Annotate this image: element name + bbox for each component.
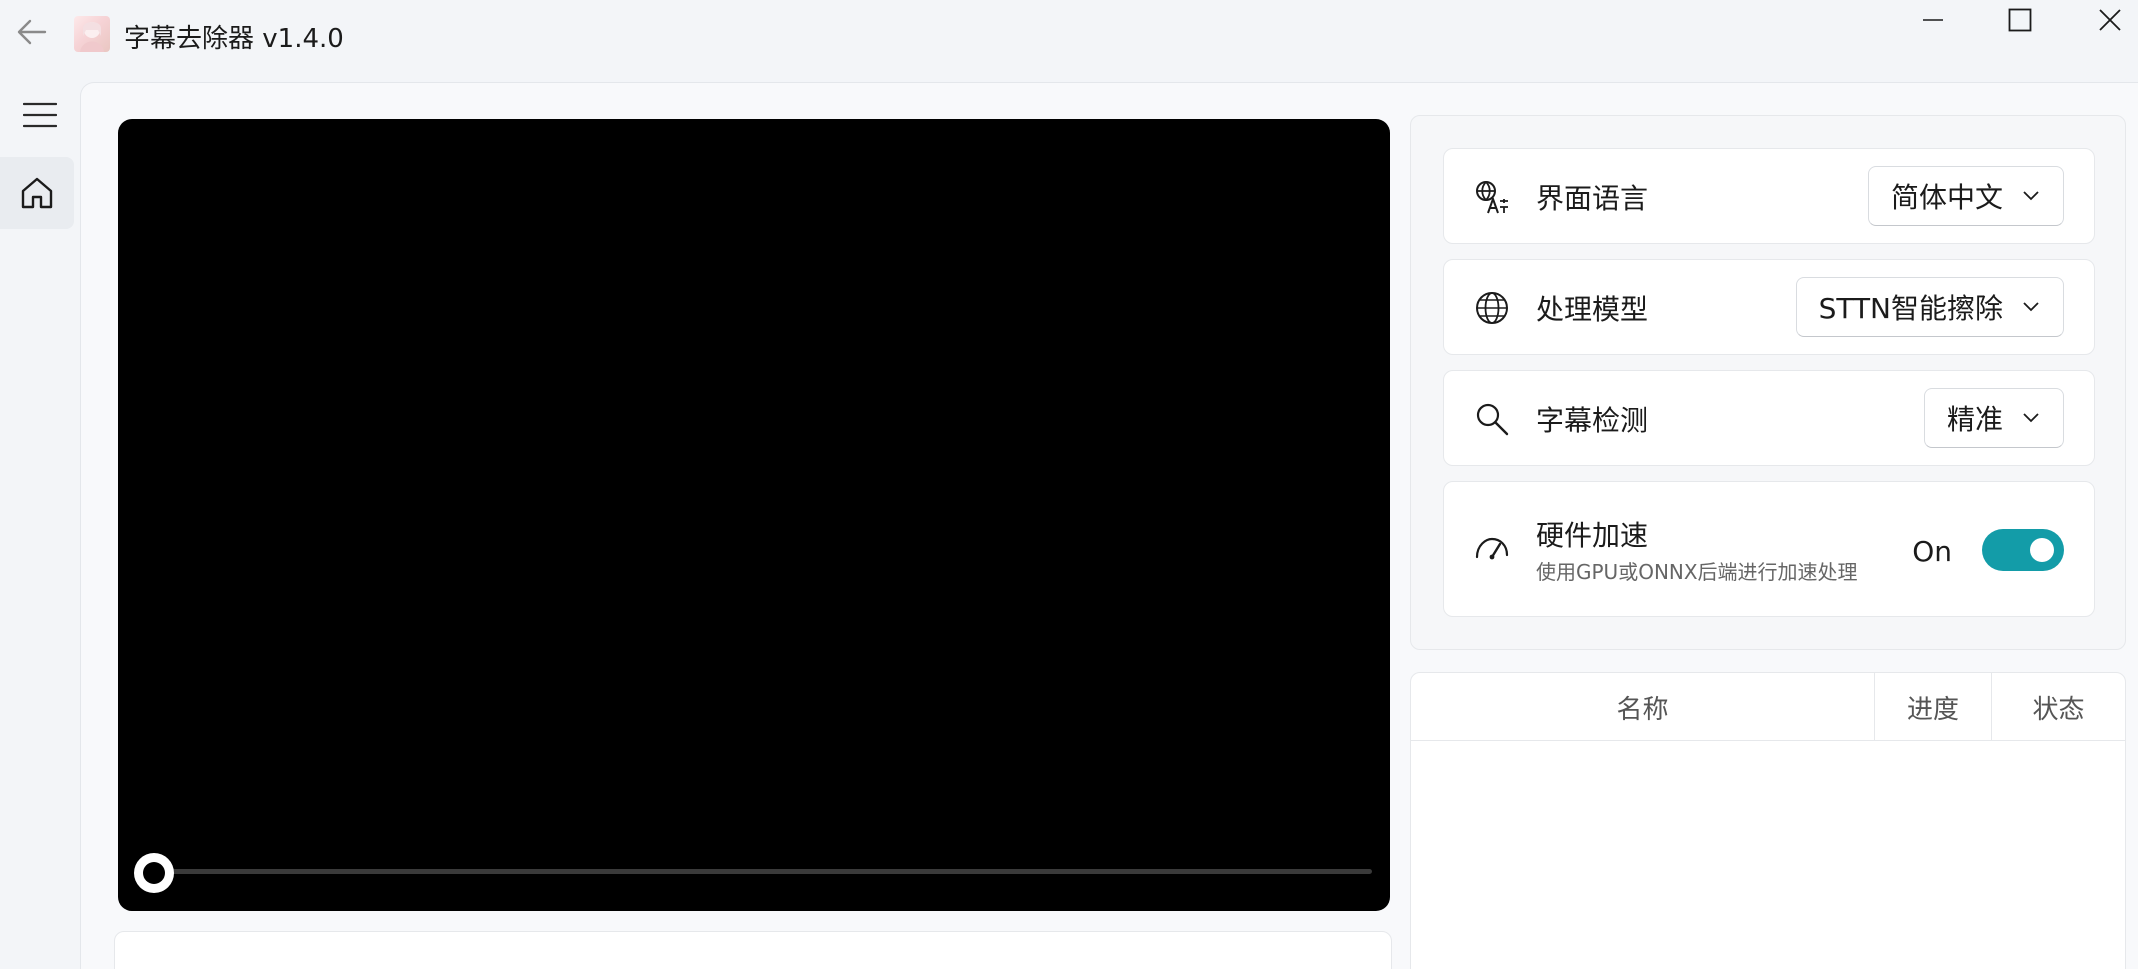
menu-button[interactable] [10, 92, 70, 138]
setting-detection-label: 字幕检测 [1536, 404, 1649, 437]
hamburger-menu-icon [23, 102, 57, 128]
language-dropdown[interactable]: 简体中文 [1867, 166, 2064, 226]
minimize-icon [1923, 19, 1943, 21]
chevron-down-icon [2023, 413, 2039, 423]
column-header-progress[interactable]: 进度 [1874, 673, 1991, 741]
video-progress-track[interactable] [158, 869, 1372, 874]
speedometer-icon [1472, 530, 1512, 570]
app-window: 字幕去除器 v1.4.0 界面语言 简体中文 处理模型 STTN智能擦除 字幕检… [0, 0, 2138, 969]
language-dropdown-value: 简体中文 [1890, 181, 2003, 214]
translate-icon [1472, 177, 1512, 217]
setting-language-label: 界面语言 [1536, 182, 1649, 215]
hardware-acceleration-toggle[interactable] [1982, 529, 2064, 571]
sidebar-item-home[interactable] [0, 157, 74, 229]
bottom-panel [114, 931, 1392, 969]
settings-panel: 界面语言 简体中文 处理模型 STTN智能擦除 字幕检测 精准 硬件加速 使用G… [1410, 115, 2126, 650]
column-header-name[interactable]: 名称 [1411, 673, 1874, 741]
video-progress-thumb[interactable] [134, 853, 174, 893]
detection-dropdown-value: 精准 [1946, 403, 2003, 436]
setting-model-label: 处理模型 [1536, 293, 1649, 326]
column-header-status[interactable]: 状态 [1991, 673, 2125, 741]
model-dropdown-value: STTN智能擦除 [1818, 292, 2003, 325]
close-icon [2099, 9, 2121, 31]
hardware-toggle-state: On [1912, 535, 1952, 568]
app-logo [74, 16, 110, 52]
maximize-icon [2008, 8, 2032, 32]
setting-model: 处理模型 STTN智能擦除 [1443, 259, 2095, 355]
setting-hardware-label: 硬件加速 [1536, 519, 1649, 552]
table-header: 名称 进度 状态 [1411, 673, 2125, 741]
search-icon [1472, 399, 1512, 439]
detection-dropdown[interactable]: 精准 [1923, 388, 2064, 448]
setting-hardware: 硬件加速 使用GPU或ONNX后端进行加速处理 On [1443, 481, 2095, 617]
chevron-down-icon [2023, 302, 2039, 312]
arrow-left-icon [17, 19, 47, 45]
home-icon [21, 177, 53, 209]
chevron-down-icon [2023, 191, 2039, 201]
sidebar [0, 70, 80, 969]
model-dropdown[interactable]: STTN智能擦除 [1795, 277, 2064, 337]
back-button[interactable] [12, 12, 52, 52]
app-title: 字幕去除器 v1.4.0 [124, 24, 344, 54]
globe-icon [1472, 288, 1512, 328]
maximize-button[interactable] [1975, 0, 2065, 40]
task-table: 名称 进度 状态 [1410, 672, 2126, 969]
close-button[interactable] [2065, 0, 2138, 40]
setting-language: 界面语言 简体中文 [1443, 148, 2095, 244]
minimize-button[interactable] [1888, 0, 1978, 40]
title-bar: 字幕去除器 v1.4.0 [0, 0, 2138, 70]
video-preview[interactable] [118, 119, 1390, 911]
setting-detection: 字幕检测 精准 [1443, 370, 2095, 466]
setting-hardware-description: 使用GPU或ONNX后端进行加速处理 [1536, 560, 1858, 584]
